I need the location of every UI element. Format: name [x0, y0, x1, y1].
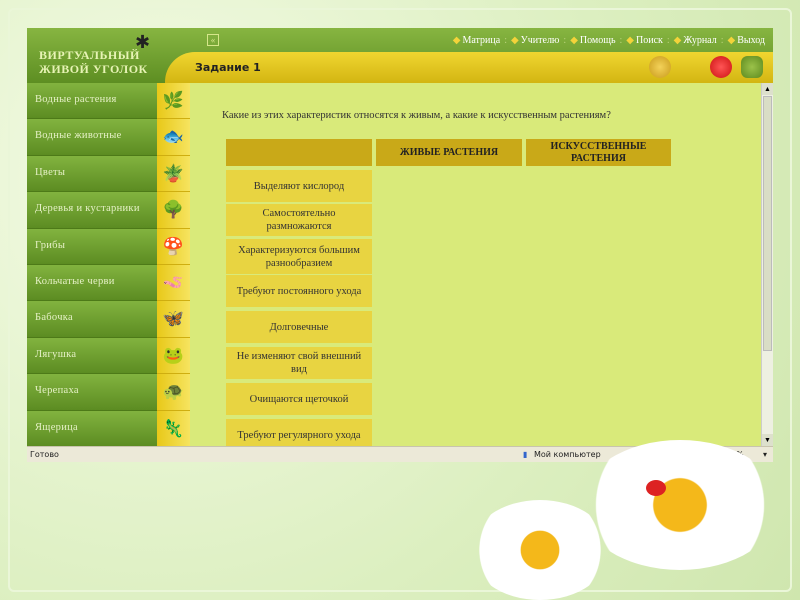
nav-exit[interactable]: ◆ Выход [727, 35, 765, 46]
draggable-item[interactable]: Требуют постоянного ухода [226, 275, 372, 307]
logo-line2: ЖИВОЙ УГОЛОК [39, 62, 148, 76]
daisy-decoration-2 [470, 500, 610, 600]
zoom-dropdown-icon[interactable]: ▾ [763, 450, 767, 459]
draggable-item[interactable]: Выделяют кислород [226, 170, 372, 202]
sidebar-item-icon[interactable]: 🌳 [157, 192, 190, 229]
sidebar-item-icon[interactable]: 🪱 [157, 265, 190, 302]
sidebar-item[interactable]: Водные растения [27, 83, 157, 120]
nav-journal[interactable]: ◆ Журнал [674, 35, 717, 46]
sidebar-item[interactable]: Грибы [27, 228, 157, 265]
help-icon: ◆ [570, 35, 578, 46]
collapse-button[interactable]: « [207, 34, 219, 46]
sidebar-item[interactable]: Бабочка [27, 301, 157, 338]
draggable-item[interactable]: Очищаются щеточкой [226, 383, 372, 415]
sidebar-item-icon[interactable]: 🦎 [157, 411, 190, 447]
pumpkin-up-icon[interactable] [649, 56, 671, 78]
nav-label: Поиск [636, 35, 663, 46]
nav-separator: : [504, 35, 507, 46]
nav-search[interactable]: ◆ Поиск [626, 35, 663, 46]
matrix-icon: ◆ [452, 35, 461, 46]
browser-window: ВИРТУАЛЬНЫЙ ЖИВОЙ УГОЛОК ✱ « ◆ Матрица: ◆ Уч… [27, 28, 773, 462]
draggable-item[interactable]: Долговечные [226, 311, 372, 343]
sidebar-item-icon[interactable]: 🪴 [157, 156, 190, 193]
sidebar-item[interactable]: Кольчатые черви [27, 264, 157, 302]
spider-icon: ✱ [135, 32, 151, 52]
draggable-item[interactable]: Характеризуются большим разнообразием [226, 239, 372, 274]
sidebar-item[interactable]: Водные животные [27, 119, 157, 156]
sidebar-item[interactable]: Лягушка [27, 337, 157, 375]
task-band: Задание 1 [165, 52, 773, 83]
sidebar-item-icon[interactable]: 🐢 [157, 374, 190, 411]
sidebar-item-icon[interactable]: 🐸 [157, 338, 190, 375]
nav-separator: : [563, 35, 567, 46]
top-nav: ◆ Матрица: ◆ Учителю: ◆ Помощь: ◆ Поиск: ◆ Журнал… [453, 35, 765, 46]
scrollbar[interactable]: ▲ ▼ [761, 83, 773, 446]
help-leaf-icon[interactable] [741, 56, 763, 78]
logo: ВИРТУАЛЬНЫЙ ЖИВОЙ УГОЛОК [39, 48, 148, 76]
logo-line1: ВИРТУАЛЬНЫЙ [39, 48, 140, 62]
daisy-decoration [580, 440, 780, 570]
sidebar-item[interactable]: Цветы [27, 155, 157, 193]
status-text: Готово [30, 450, 59, 459]
nav-matrix[interactable]: ◆ Матрица [453, 35, 500, 46]
sidebar-item-icon[interactable]: 🐟 [157, 119, 190, 156]
nav-separator: : [666, 35, 670, 46]
sidebar: Водные растения Водные животные Цветы Дерев… [27, 83, 157, 447]
sidebar-item-icon[interactable]: 🌿 [157, 83, 190, 120]
sidebar-item[interactable]: Ящерица [27, 410, 157, 447]
nav-label: Помощь [579, 35, 616, 46]
ladybug-icon [646, 480, 666, 496]
draggable-item[interactable]: Не изменяют свой внешний вид [226, 347, 372, 379]
nav-label: Учителю [520, 35, 560, 46]
scroll-thumb[interactable] [763, 96, 772, 351]
scroll-up-button[interactable]: ▲ [762, 83, 773, 95]
nav-label: Матрица [462, 35, 501, 46]
zone-text: Мой компьютер [534, 450, 601, 459]
header-blank [226, 139, 372, 166]
task-title: Задание 1 [195, 61, 261, 74]
search-icon: ◆ [626, 35, 634, 46]
draggable-item[interactable]: Самостоятельно размножаются [226, 204, 372, 236]
play-tomato-icon[interactable] [710, 56, 732, 78]
teacher-icon: ◆ [510, 35, 519, 46]
sidebar-item-icon[interactable]: 🍄 [157, 229, 190, 265]
header: ВИРТУАЛЬНЫЙ ЖИВОЙ УГОЛОК ✱ « ◆ Матрица: ◆ Уч… [27, 28, 773, 83]
sidebar-item-icon[interactable]: 🦋 [157, 301, 190, 338]
sidebar-item[interactable]: Деревья и кустарники [27, 192, 157, 229]
column-artificial[interactable]: ИСКУССТВЕННЫЕ РАСТЕНИЯ [526, 139, 671, 166]
sidebar-item[interactable]: Черепаха [27, 374, 157, 411]
content-area: Какие из этих характеристик относятся к … [190, 83, 761, 451]
question-text: Какие из этих характеристик относятся к … [222, 110, 611, 121]
nav-label: Выход [737, 35, 765, 46]
journal-icon: ◆ [673, 35, 682, 46]
computer-icon: ▮ [523, 450, 528, 459]
nav-help[interactable]: ◆ Помощь [570, 35, 615, 46]
nav-teacher[interactable]: ◆ Учителю [511, 35, 559, 46]
exit-icon: ◆ [727, 35, 736, 46]
nav-separator: : [619, 35, 623, 46]
sidebar-icons: 🌿 🐟 🪴 🌳 🍄 🪱 🦋 🐸 🐢 🦎 [157, 83, 190, 447]
nav-separator: : [720, 35, 724, 46]
nav-label: Журнал [683, 35, 717, 46]
column-live[interactable]: ЖИВЫЕ РАСТЕНИЯ [376, 139, 522, 166]
scroll-down-button[interactable]: ▼ [762, 434, 773, 446]
